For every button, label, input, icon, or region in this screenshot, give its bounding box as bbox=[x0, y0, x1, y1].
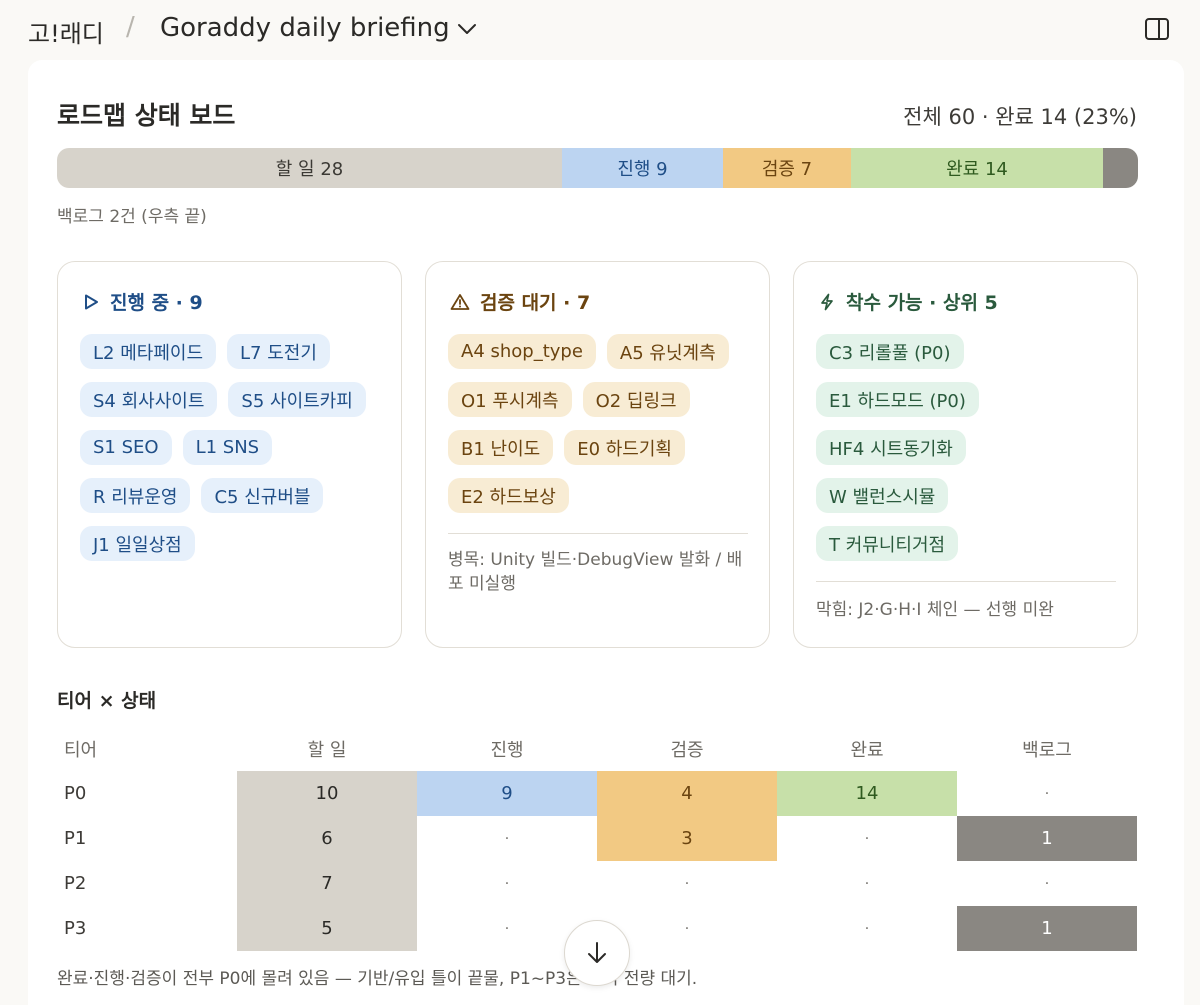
cell-progress: 9 bbox=[417, 771, 597, 816]
cell-todo: 10 bbox=[237, 771, 417, 816]
table-header-row: 티어 할 일 진행 검증 완료 백로그 bbox=[57, 726, 1138, 771]
board-title: 로드맵 상태 보드 bbox=[57, 101, 236, 130]
column-header: 진행 bbox=[490, 739, 524, 761]
sidebar-toggle-icon[interactable] bbox=[1144, 16, 1170, 42]
bottleneck-note: 병목: Unity 빌드·DebugView 발화 / 배포 미실행 bbox=[448, 550, 743, 595]
chip[interactable]: R 리뷰운영 bbox=[80, 478, 191, 513]
column-header: 검증 bbox=[670, 739, 704, 761]
chip[interactable]: C5 신규버블 bbox=[201, 478, 324, 513]
board-summary: 전체 60 · 완료 14 (23%) bbox=[903, 105, 1137, 129]
chip[interactable]: E1 하드모드 (P0) bbox=[816, 382, 979, 417]
card-title: 진행 중 · 9 bbox=[110, 292, 203, 314]
card-divider bbox=[448, 533, 748, 534]
chip[interactable]: O1 푸시계측 bbox=[448, 382, 572, 417]
card-title: 착수 가능 · 상위 5 bbox=[846, 292, 998, 314]
column-header: 백로그 bbox=[1022, 739, 1072, 761]
breadcrumb-separator: / bbox=[126, 12, 135, 42]
scroll-down-button[interactable] bbox=[564, 920, 630, 986]
cell-done: · bbox=[864, 830, 870, 847]
chip[interactable]: HF4 시트동기화 bbox=[816, 430, 966, 465]
chip[interactable]: W 밸런스시뮬 bbox=[816, 478, 949, 513]
blocked-note: 막힘: J2·G·H·I 체인 — 선행 미완 bbox=[816, 600, 1054, 620]
app-name[interactable]: 고!래디 bbox=[28, 14, 104, 49]
cell-done: · bbox=[864, 875, 870, 892]
cell-todo: 7 bbox=[237, 861, 417, 906]
chip[interactable]: E2 하드보상 bbox=[448, 478, 569, 513]
cell-progress: · bbox=[504, 830, 510, 847]
bar-segment-todo: 할 일 28 bbox=[57, 148, 562, 188]
chip[interactable]: S4 회사사이트 bbox=[80, 382, 218, 417]
arrow-down-icon bbox=[588, 942, 606, 963]
chip[interactable]: T 커뮤니티거점 bbox=[816, 526, 959, 561]
bar-segment-verify: 검증 7 bbox=[723, 148, 851, 188]
tier-label: P0 bbox=[64, 783, 87, 804]
card-divider bbox=[816, 581, 1116, 582]
top-bar: 고!래디 / Goraddy daily briefing bbox=[0, 0, 1200, 58]
card-title: 검증 대기 · 7 bbox=[480, 292, 591, 314]
cell-verify: 3 bbox=[597, 816, 777, 861]
chip[interactable]: O2 딥링크 bbox=[582, 382, 690, 417]
card-header: 착수 가능 · 상위 5 bbox=[818, 288, 998, 315]
chip[interactable]: L7 도전기 bbox=[227, 334, 330, 369]
column-header: 할 일 bbox=[307, 739, 347, 761]
table-row: P0 10 9 4 14 · bbox=[57, 771, 1138, 816]
document-title[interactable]: Goraddy daily briefing bbox=[160, 13, 450, 43]
backlog-note: 백로그 2건 (우측 끝) bbox=[57, 207, 207, 227]
table-row: P1 6 · 3 · 1 bbox=[57, 816, 1138, 861]
chip[interactable]: A5 유닛계측 bbox=[606, 334, 729, 369]
cell-todo: 6 bbox=[237, 816, 417, 861]
card-in-progress: 진행 중 · 9 L2 메타페이드 L7 도전기 S4 회사사이트 S5 사이트… bbox=[57, 261, 402, 648]
cell-backlog: · bbox=[1044, 785, 1050, 802]
cell-done: 14 bbox=[777, 771, 957, 816]
chip[interactable]: C3 리롤풀 (P0) bbox=[816, 334, 964, 369]
chip[interactable]: L1 SNS bbox=[182, 430, 273, 465]
tier-table-title: 티어 × 상태 bbox=[57, 690, 157, 712]
bar-segment-backlog bbox=[1103, 148, 1138, 188]
chip[interactable]: A4 shop_type bbox=[448, 334, 596, 369]
cell-backlog: 1 bbox=[957, 906, 1137, 951]
chip[interactable]: J1 일일상점 bbox=[80, 526, 195, 561]
lightning-icon bbox=[821, 293, 833, 310]
cell-todo: 5 bbox=[237, 906, 417, 951]
card-header: 검증 대기 · 7 bbox=[450, 288, 590, 315]
warning-icon bbox=[450, 293, 470, 310]
chip[interactable]: B1 난이도 bbox=[448, 430, 554, 465]
cell-verify: 4 bbox=[597, 771, 777, 816]
tier-label: P2 bbox=[64, 873, 87, 894]
chip[interactable]: L2 메타페이드 bbox=[80, 334, 217, 369]
card-ready-to-start: 착수 가능 · 상위 5 C3 리롤풀 (P0) E1 하드모드 (P0) HF… bbox=[793, 261, 1138, 648]
chip[interactable]: S5 사이트카피 bbox=[228, 382, 366, 417]
tier-label: P3 bbox=[64, 918, 87, 939]
table-row: P2 7 · · · · bbox=[57, 861, 1138, 906]
tier-status-table: 티어 할 일 진행 검증 완료 백로그 P0 10 9 4 14 · P1 6 … bbox=[57, 726, 1138, 951]
status-stacked-bar: 할 일 28 진행 9 검증 7 완료 14 bbox=[57, 148, 1138, 188]
play-triangle-icon bbox=[85, 294, 98, 309]
cell-verify: · bbox=[684, 875, 690, 892]
column-header: 티어 bbox=[64, 739, 98, 761]
chip[interactable]: E0 하드기획 bbox=[564, 430, 685, 465]
bar-segment-done: 완료 14 bbox=[851, 148, 1103, 188]
bar-segment-progress: 진행 9 bbox=[562, 148, 723, 188]
card-header: 진행 중 · 9 bbox=[82, 288, 203, 315]
cell-done: · bbox=[864, 920, 870, 937]
cell-backlog: 1 bbox=[957, 816, 1137, 861]
chip[interactable]: S1 SEO bbox=[80, 430, 172, 465]
card-awaiting-verify: 검증 대기 · 7 A4 shop_type A5 유닛계측 O1 푸시계측 O… bbox=[425, 261, 770, 648]
chevron-down-icon[interactable] bbox=[456, 20, 478, 38]
cell-backlog: · bbox=[1044, 875, 1050, 892]
tier-label: P1 bbox=[64, 828, 87, 849]
column-header: 완료 bbox=[850, 739, 884, 761]
cell-progress: · bbox=[504, 875, 510, 892]
